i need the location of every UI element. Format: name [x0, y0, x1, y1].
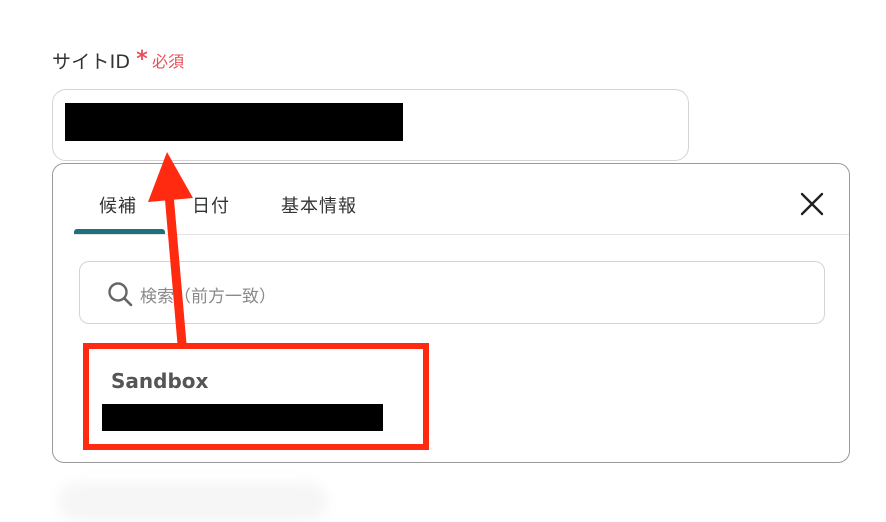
close-button[interactable]	[798, 190, 826, 218]
site-id-label: サイトID * 必須	[52, 46, 184, 74]
close-icon	[800, 192, 824, 216]
search-icon	[108, 282, 133, 307]
option-title: Sandbox	[111, 369, 209, 393]
tab-candidates[interactable]: 候補	[99, 192, 137, 218]
required-asterisk: *	[136, 47, 148, 72]
background-shadow	[58, 482, 328, 522]
redacted-input-value	[65, 103, 403, 141]
tab-date[interactable]: 日付	[192, 192, 230, 218]
list-item[interactable]: Sandbox	[91, 349, 421, 435]
suggestion-panel: 候補 日付 基本情報 検索（前方一致） Sandbox	[52, 163, 850, 463]
tab-divider	[74, 234, 849, 235]
site-id-input[interactable]	[52, 89, 689, 161]
redacted-option-value	[102, 404, 383, 431]
site-id-label-text: サイトID	[52, 50, 131, 73]
required-text: 必須	[151, 52, 185, 71]
search-placeholder: 検索（前方一致）	[140, 287, 276, 307]
tab-basic-info[interactable]: 基本情報	[281, 192, 357, 218]
search-input[interactable]: 検索（前方一致）	[79, 261, 825, 324]
